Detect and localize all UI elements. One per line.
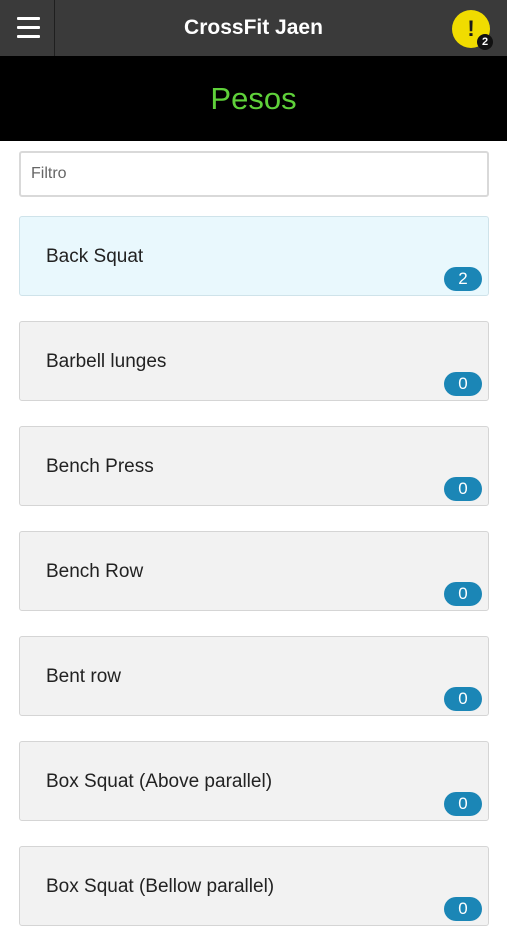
list-item[interactable]: Barbell lunges 0: [19, 321, 489, 401]
list-item[interactable]: Box Squat (Above parallel) 0: [19, 741, 489, 821]
list-item-label: Bench Row: [46, 561, 144, 582]
list-item[interactable]: Back Squat 2: [19, 216, 489, 296]
count-badge: 0: [444, 372, 482, 396]
count-badge: 0: [444, 792, 482, 816]
list-item[interactable]: Bench Row 0: [19, 531, 489, 611]
app-title: CrossFit Jaen: [184, 16, 323, 39]
list-item-label: Barbell lunges: [46, 351, 167, 372]
notification-count-badge: 2: [477, 34, 493, 50]
count-badge: 0: [444, 687, 482, 711]
page-title: Pesos: [210, 81, 297, 116]
list-item[interactable]: Box Squat (Bellow parallel) 0: [19, 846, 489, 926]
notifications-button[interactable]: ! 2: [452, 10, 493, 50]
list-item-label: Bent row: [46, 666, 121, 687]
list-item[interactable]: Bent row 0: [19, 636, 489, 716]
filter-input[interactable]: [19, 151, 489, 197]
count-badge: 2: [444, 267, 482, 291]
top-app-bar: CrossFit Jaen ! 2: [0, 0, 507, 56]
list-item-label: Back Squat: [46, 246, 144, 267]
list-item-label: Box Squat (Bellow parallel): [46, 876, 275, 897]
count-badge: 0: [444, 897, 482, 921]
count-badge: 0: [444, 477, 482, 501]
exercise-list: Back Squat 2 Barbell lunges 0 Bench Pres…: [19, 216, 489, 951]
list-item-label: Bench Press: [46, 456, 154, 477]
menu-button[interactable]: [0, 0, 55, 56]
count-badge: 0: [444, 582, 482, 606]
page-header: Pesos: [0, 56, 507, 141]
list-item[interactable]: Bench Press 0: [19, 426, 489, 506]
list-item-label: Box Squat (Above parallel): [46, 771, 273, 792]
filter-container: [19, 151, 489, 197]
